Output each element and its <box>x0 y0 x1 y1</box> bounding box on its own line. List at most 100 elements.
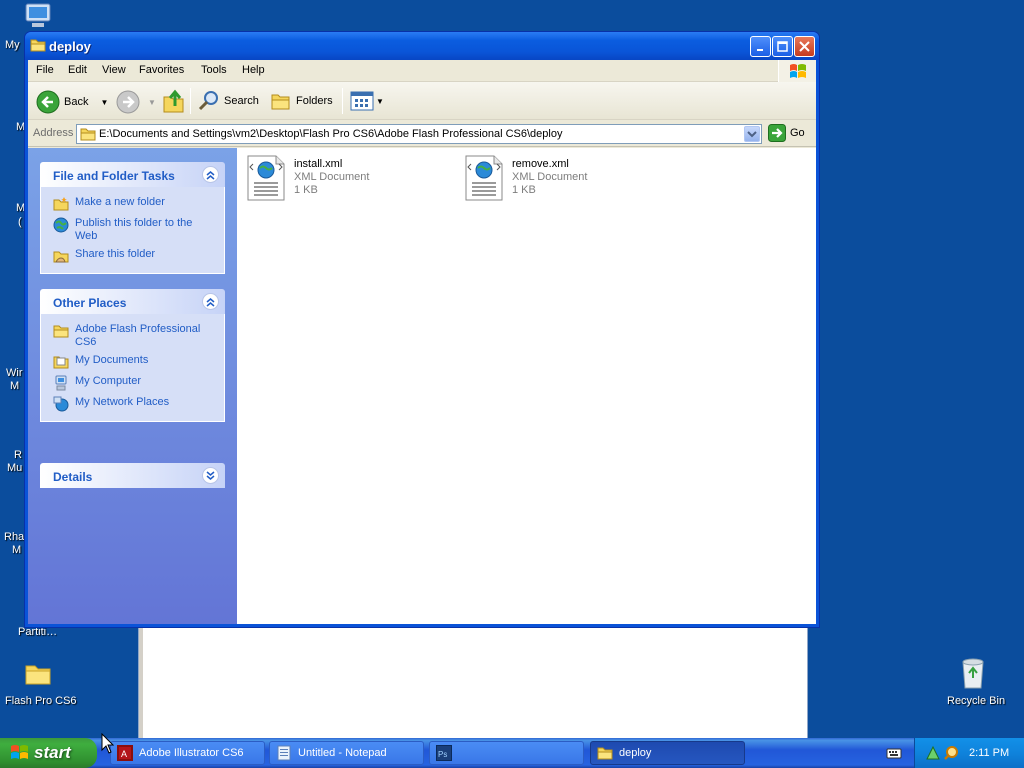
toolbar: Back ▼ ▼ Search Folders ▼ <box>28 82 816 120</box>
menu-tools[interactable]: Tools <box>201 64 227 76</box>
place-my-network-places[interactable]: My Network Places <box>41 394 224 415</box>
explorer-window[interactable]: deploy File Edit View Favorites Tools He… <box>24 31 820 628</box>
windows-logo-icon <box>778 60 816 82</box>
file-item-remove-xml[interactable]: remove.xml XML Document 1 KB <box>464 154 587 202</box>
menu-edit[interactable]: Edit <box>68 64 87 76</box>
taskbar-deploy[interactable]: deploy <box>590 741 745 765</box>
collapse-chevron-icon[interactable] <box>202 166 219 183</box>
task-publish-folder[interactable]: Publish this folder to the Web <box>41 215 224 246</box>
search-label: Search <box>224 95 259 107</box>
menu-view[interactable]: View <box>102 64 126 76</box>
xml-document-icon <box>247 155 285 201</box>
back-arrow-icon <box>36 90 60 114</box>
desktop-label-7[interactable]: R <box>14 449 22 461</box>
my-computer-desktop-icon[interactable] <box>22 2 54 33</box>
minimize-button[interactable] <box>750 36 771 57</box>
file-folder-tasks-header[interactable]: File and Folder Tasks <box>40 162 225 187</box>
task-make-new-folder[interactable]: Make a new folder <box>41 194 224 215</box>
other-places-header[interactable]: Other Places <box>40 289 225 314</box>
folder-icon <box>597 747 613 760</box>
recycle-bin-icon[interactable] <box>958 656 988 693</box>
views-button[interactable]: ▼ <box>350 91 384 111</box>
forward-arrow-icon <box>116 90 140 114</box>
file-folder-tasks-panel: File and Folder Tasks Make a new folder … <box>40 162 225 274</box>
file-type: XML Document <box>512 171 588 183</box>
close-icon <box>799 41 810 52</box>
flash-folder-label[interactable]: Flash Pro CS6 <box>5 695 77 707</box>
back-button[interactable]: Back ▼ <box>36 90 108 114</box>
task-share-folder[interactable]: Share this folder <box>41 246 224 267</box>
panel-body: Make a new folder Publish this folder to… <box>40 187 225 274</box>
address-dropdown-button[interactable] <box>744 126 760 142</box>
desktop-label-mycomputer[interactable]: My <box>5 39 20 51</box>
title-bar[interactable]: deploy <box>25 32 819 60</box>
back-dropdown-icon[interactable]: ▼ <box>100 98 108 107</box>
task-pane: File and Folder Tasks Make a new folder … <box>28 148 237 624</box>
address-label: Address <box>33 127 74 139</box>
place-label: My Network Places <box>75 396 170 408</box>
search-tray-icon[interactable] <box>943 745 959 764</box>
place-label: My Computer <box>75 375 142 387</box>
minimize-icon <box>756 48 763 51</box>
new-folder-icon <box>53 197 69 211</box>
expand-chevron-icon[interactable] <box>202 467 219 484</box>
views-icon <box>350 91 374 111</box>
svg-text:Ps: Ps <box>438 750 447 759</box>
my-documents-icon <box>53 356 69 369</box>
menu-help[interactable]: Help <box>242 64 265 76</box>
forward-button[interactable]: ▼ <box>116 90 156 114</box>
keyboard-icon[interactable] <box>886 746 902 763</box>
menu-file[interactable]: File <box>36 64 54 76</box>
file-name: install.xml <box>294 158 343 170</box>
search-button[interactable]: Search <box>198 90 259 112</box>
desktop-label-5[interactable]: Wir <box>6 367 23 379</box>
place-adobe-flash-folder[interactable]: Adobe Flash Professional CS6 <box>41 321 224 352</box>
address-input[interactable]: E:\Documents and Settings\vm2\Desktop\Fl… <box>76 124 762 144</box>
up-folder-button[interactable] <box>162 88 186 114</box>
file-item-install-xml[interactable]: install.xml XML Document 1 KB <box>246 154 369 202</box>
taskbar-photoshop[interactable]: Ps <box>429 741 584 765</box>
folders-button[interactable]: Folders <box>270 90 333 112</box>
clock[interactable]: 2:11 PM <box>969 747 1009 759</box>
file-list[interactable]: install.xml XML Document 1 KB remove.xml… <box>237 148 816 624</box>
taskbar: start A Adobe Illustrator CS6 Untitled -… <box>0 738 1024 768</box>
up-folder-icon <box>163 89 184 113</box>
file-size: 1 KB <box>512 184 536 196</box>
menu-favorites[interactable]: Favorites <box>139 64 184 76</box>
place-my-computer[interactable]: My Computer <box>41 373 224 394</box>
maximize-button[interactable] <box>772 36 793 57</box>
notepad-window-partial[interactable] <box>138 620 808 740</box>
flash-folder-desktop-icon[interactable] <box>24 660 52 689</box>
photoshop-app-icon: Ps <box>436 745 452 761</box>
desktop-label-6[interactable]: M <box>10 380 19 392</box>
file-type: XML Document <box>294 171 370 183</box>
close-button[interactable] <box>794 36 815 57</box>
desktop-label-4[interactable]: ( <box>18 216 22 228</box>
place-label: Adobe Flash Professional CS6 <box>75 323 201 348</box>
start-button[interactable]: start <box>0 738 97 768</box>
desktop-label-10[interactable]: M <box>12 544 21 556</box>
folders-label: Folders <box>296 95 333 107</box>
menu-bar: File Edit View Favorites Tools Help <box>28 60 816 82</box>
desktop-label-9[interactable]: Rha <box>4 531 24 543</box>
panel-title: Other Places <box>53 296 127 310</box>
start-label: start <box>34 743 71 762</box>
notepad-app-icon <box>277 745 291 761</box>
panel-body: Adobe Flash Professional CS6 My Document… <box>40 314 225 422</box>
details-header[interactable]: Details <box>40 463 225 488</box>
share-folder-icon <box>53 251 69 263</box>
place-my-documents[interactable]: My Documents <box>41 352 224 373</box>
go-label: Go <box>790 127 805 139</box>
collapse-chevron-icon[interactable] <box>202 293 219 310</box>
taskbar-notepad[interactable]: Untitled - Notepad <box>269 741 424 765</box>
folder-icon <box>30 38 46 55</box>
file-name: remove.xml <box>512 158 569 170</box>
desktop-label-8[interactable]: Mu <box>7 462 22 474</box>
other-places-panel: Other Places Adobe Flash Professional CS… <box>40 289 225 422</box>
go-button[interactable]: Go <box>768 124 805 142</box>
globe-icon <box>53 217 69 233</box>
taskbar-illustrator[interactable]: A Adobe Illustrator CS6 <box>110 741 265 765</box>
toolbar-separator <box>342 88 343 114</box>
recycle-bin-label[interactable]: Recycle Bin <box>947 695 1005 707</box>
network-tray-icon[interactable] <box>925 745 941 764</box>
